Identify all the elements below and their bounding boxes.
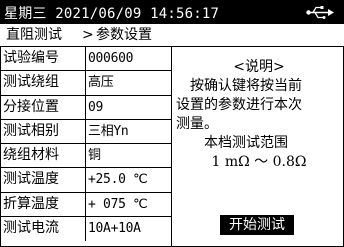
breadcrumb-current: 参数设置	[96, 27, 152, 43]
param-label: 试验编号	[0, 47, 86, 71]
start-test-button[interactable]: 开始测试	[220, 215, 294, 235]
param-row-test-number[interactable]: 试验编号 000600	[0, 47, 172, 72]
param-row-phase[interactable]: 测试相别 三相Yn	[0, 119, 172, 144]
datetime-display: 星期三 2021/06/09 14:56:17	[4, 6, 220, 22]
breadcrumb: 直阻测试 > 参数设置	[0, 24, 343, 47]
param-label: 测试绕组	[0, 71, 86, 95]
breadcrumb-parent[interactable]: 直阻测试	[6, 24, 62, 46]
param-value[interactable]: 高压	[88, 71, 114, 94]
param-row-test-temperature[interactable]: 测试温度 +25.0 ℃	[0, 168, 172, 193]
param-row-tap-position[interactable]: 分接位置 09	[0, 95, 172, 120]
param-value[interactable]: 000600	[88, 47, 133, 70]
param-value[interactable]: 铜	[88, 144, 101, 167]
param-value[interactable]: 09	[88, 96, 103, 119]
param-row-winding[interactable]: 测试绕组 高压	[0, 71, 172, 96]
param-label: 测试电流	[0, 216, 86, 241]
help-text: 按确认键将按当前	[190, 78, 302, 94]
help-text: 本档测试范围	[204, 135, 288, 151]
param-label: 分接位置	[0, 95, 86, 119]
help-text: 测量。	[176, 116, 218, 132]
parameter-table: 试验编号 000600 测试绕组 高压 分接位置 09 测试相别 三相Yn 绕组…	[0, 47, 172, 241]
measurement-range: 1 mΩ ～ 0.8Ω	[211, 154, 307, 170]
param-value[interactable]: 10A+10A	[88, 217, 141, 240]
param-row-test-current[interactable]: 测试电流 10A+10A	[0, 216, 172, 241]
param-label: 折算温度	[0, 192, 86, 216]
help-panel: <说明> 按确认键将按当前 设置的参数进行本次 测量。 本档测试范围 1 mΩ …	[176, 58, 342, 172]
help-title: <说明>	[233, 59, 285, 75]
status-bar: 星期三 2021/06/09 14:56:17	[0, 0, 344, 24]
param-label: 测试相别	[0, 119, 86, 143]
param-label: 绕组材料	[0, 144, 86, 168]
help-text: 设置的参数进行本次	[176, 97, 302, 113]
breadcrumb-separator: >	[82, 27, 94, 43]
param-value[interactable]: +25.0 ℃	[88, 168, 148, 191]
param-value[interactable]: 三相Yn	[88, 120, 129, 143]
usb-icon	[306, 6, 334, 19]
param-label: 测试温度	[0, 168, 86, 192]
screen: 星期三 2021/06/09 14:56:17 直阻测试 > 参数设置 试验编号…	[0, 0, 344, 247]
param-value[interactable]: + 075 ℃	[88, 193, 148, 216]
param-row-material[interactable]: 绕组材料 铜	[0, 144, 172, 169]
param-row-reference-temperature[interactable]: 折算温度 + 075 ℃	[0, 192, 172, 217]
